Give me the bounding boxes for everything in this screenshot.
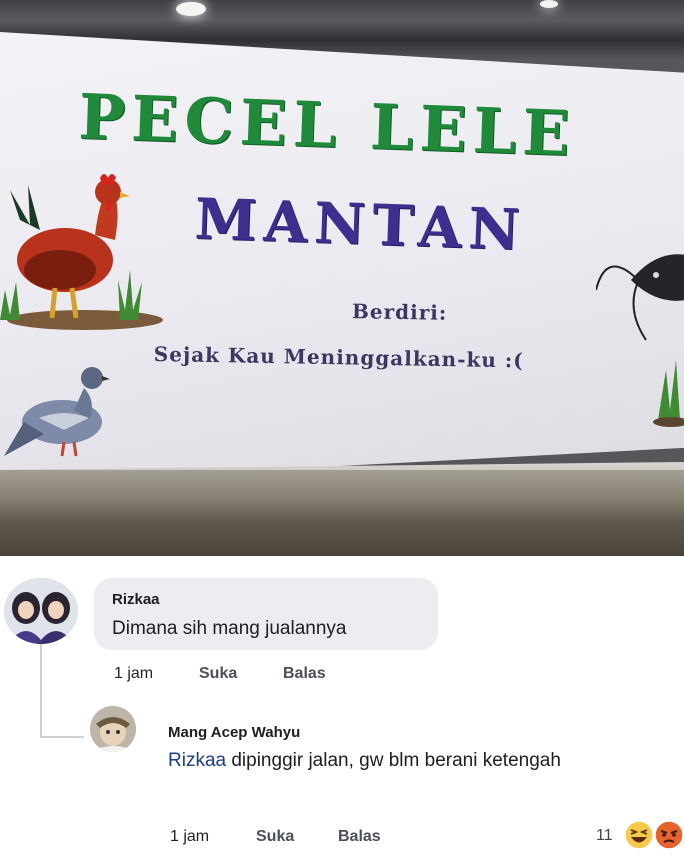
catfish-illustration bbox=[596, 254, 684, 427]
rooster-illustration bbox=[0, 174, 163, 330]
reply-body: dipinggir jalan, gw blm berani ketengah bbox=[226, 750, 561, 771]
pigeon-illustration bbox=[4, 367, 110, 457]
thread-line bbox=[40, 640, 42, 738]
reply-reply-button[interactable]: Balas bbox=[338, 828, 381, 846]
reply-like-button[interactable]: Suka bbox=[256, 828, 294, 846]
avatar-image bbox=[4, 578, 78, 644]
banner-subtitle-label: Berdiri: bbox=[351, 299, 448, 325]
comment-bubble: Rizkaa Dimana sih mang jualannya bbox=[94, 578, 438, 650]
ceiling-light bbox=[540, 0, 558, 8]
reply-avatar-image bbox=[90, 706, 136, 752]
banner-photo: PECEL LELE MANTAN Berdiri: Sejak Kau Men… bbox=[0, 0, 684, 556]
ceiling-light bbox=[176, 2, 206, 16]
comment-time[interactable]: 1 jam bbox=[114, 665, 153, 683]
reply-avatar[interactable] bbox=[90, 706, 136, 752]
wooden-counter bbox=[0, 470, 684, 556]
comment-text: Dimana sih mang jualannya bbox=[112, 618, 347, 639]
haha-icon[interactable] bbox=[624, 820, 654, 850]
banner-title-line2: MANTAN bbox=[193, 186, 528, 264]
reply-author[interactable]: Mang Acep Wahyu bbox=[168, 724, 300, 741]
reply-time[interactable]: 1 jam bbox=[170, 828, 209, 846]
like-button[interactable]: Suka bbox=[199, 665, 237, 683]
angry-icon[interactable] bbox=[654, 820, 684, 850]
reply-text: Rizkaa dipinggir jalan, gw blm berani ke… bbox=[168, 748, 568, 774]
avatar[interactable] bbox=[4, 578, 78, 644]
reply-mention[interactable]: Rizkaa bbox=[168, 750, 226, 771]
comment-author[interactable]: Rizkaa bbox=[112, 591, 160, 608]
reply-button[interactable]: Balas bbox=[283, 665, 326, 683]
reply-bubble: Mang Acep Wahyu Rizkaa dipinggir jalan, … bbox=[152, 708, 680, 814]
reaction-count[interactable]: 11 bbox=[596, 827, 613, 845]
thread-line bbox=[40, 736, 84, 738]
